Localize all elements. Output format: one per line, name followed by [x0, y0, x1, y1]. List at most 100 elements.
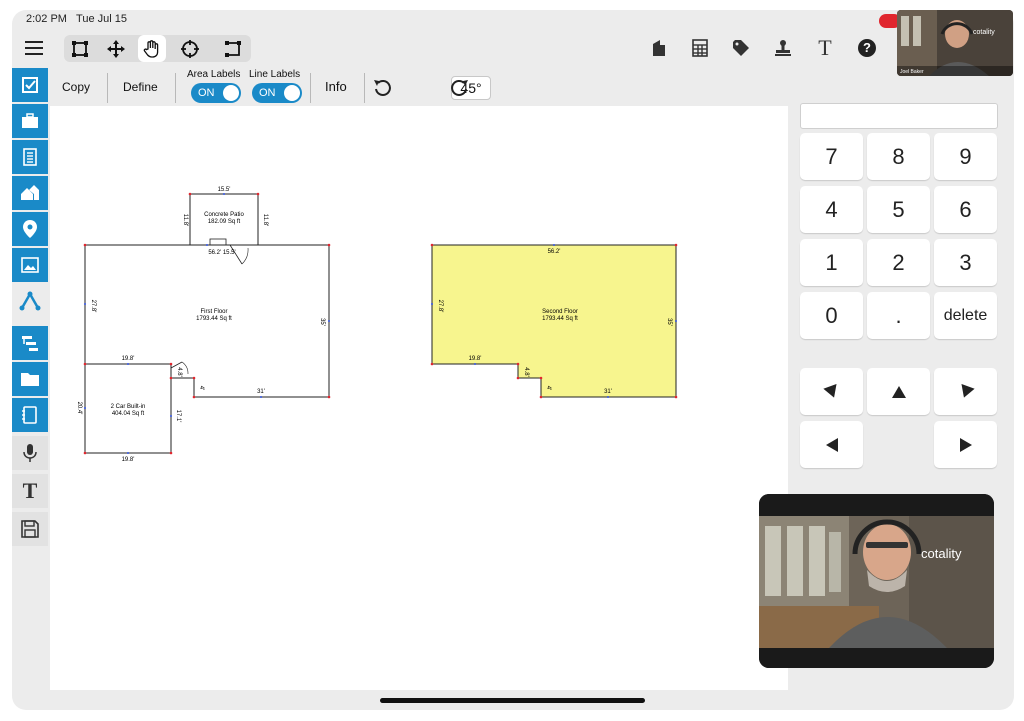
cotality-logo: cotality: [973, 29, 995, 36]
sidebar-item-location[interactable]: [12, 212, 48, 246]
area-size: 1793.44 Sq ft: [196, 316, 232, 322]
key-0[interactable]: 0: [800, 292, 863, 339]
triangle-down-left-icon: [960, 383, 975, 398]
triangle-up-icon: [891, 385, 906, 398]
draw-rect-tool[interactable]: [66, 35, 94, 62]
sidebar-item-folder[interactable]: [12, 362, 48, 396]
arrow-down-right-button[interactable]: [800, 368, 863, 415]
video-call-main[interactable]: cotality: [759, 494, 994, 668]
help-icon: ?: [858, 39, 876, 57]
dim-label: 19.8': [469, 356, 482, 362]
rotate-right-button[interactable]: [448, 77, 470, 99]
area-name: 2 Car Built-in: [111, 404, 146, 410]
hand-icon: [143, 39, 159, 58]
save-icon: [21, 520, 39, 538]
sidebar-item-photos[interactable]: [12, 248, 48, 282]
arrow-left-button[interactable]: [800, 421, 863, 468]
rotate-left-button[interactable]: [372, 77, 394, 99]
presenter-video: cotality: [759, 494, 994, 668]
move-tool[interactable]: [102, 35, 130, 62]
dim-label: 35': [666, 318, 672, 326]
key-6[interactable]: 6: [934, 186, 997, 233]
top-toolbar: T ?: [12, 28, 1014, 68]
garage-area[interactable]: 2 Car Built-in 404.04 Sq ft 20.4' 17.1' …: [76, 363, 181, 463]
key-decimal[interactable]: .: [867, 292, 930, 339]
key-9[interactable]: 9: [934, 133, 997, 180]
sketch-canvas[interactable]: 15.5' Concrete Patio 182.09 Sq ft 11.8' …: [50, 106, 788, 690]
dim-label: 31': [257, 389, 265, 395]
notepad-icon: [22, 406, 37, 424]
building-icon: [653, 40, 665, 56]
arrow-up-button[interactable]: [867, 368, 930, 415]
patio-area[interactable]: 15.5' Concrete Patio 182.09 Sq ft 11.8' …: [182, 187, 268, 246]
stamp-icon: [775, 40, 791, 56]
toggle-on-text: ON: [259, 87, 276, 99]
microphone-icon: [23, 444, 37, 462]
participant-name: Joel Baker: [900, 69, 924, 75]
info-button[interactable]: Info: [325, 79, 347, 94]
arrow-right-button[interactable]: [934, 421, 997, 468]
area-name: Second Floor: [542, 309, 578, 315]
dim-label: 11.8': [262, 214, 268, 226]
help-button[interactable]: ?: [853, 34, 881, 62]
divider: [107, 73, 108, 103]
area-name: First Floor: [201, 309, 228, 315]
key-1[interactable]: 1: [800, 239, 863, 286]
select-shape-tool[interactable]: [219, 35, 247, 62]
dim-label: 27.8': [437, 300, 443, 313]
key-4[interactable]: 4: [800, 186, 863, 233]
video-call-thumbnail[interactable]: cotality Joel Baker: [897, 10, 1013, 76]
left-sidebar: T: [12, 68, 48, 558]
sidebar-item-roof[interactable]: [12, 176, 48, 210]
arrow-down-left-button[interactable]: [934, 368, 997, 415]
target-tool[interactable]: [176, 35, 204, 62]
sidebar-item-sketch[interactable]: [12, 284, 48, 318]
sidebar-item-save[interactable]: [12, 512, 48, 546]
key-8[interactable]: 8: [867, 133, 930, 180]
triangle-down-right-icon: [822, 383, 837, 398]
stamp-button[interactable]: [769, 34, 797, 62]
keypad-display[interactable]: [800, 103, 998, 129]
define-button[interactable]: Define: [123, 80, 158, 94]
location-icon: [23, 220, 37, 238]
dim-label: 4.8': [176, 367, 182, 377]
building-button[interactable]: [645, 34, 673, 62]
copy-button[interactable]: Copy: [62, 80, 90, 94]
key-3[interactable]: 3: [934, 239, 997, 286]
second-floor-area[interactable]: 56.2' Second Floor 1793.44 Sq ft 27.8' 3…: [431, 244, 677, 398]
sidebar-item-text[interactable]: T: [12, 474, 48, 508]
key-2[interactable]: 2: [867, 239, 930, 286]
sketch-icon: [19, 291, 41, 311]
sidebar-item-notepad[interactable]: [12, 398, 48, 432]
menu-button[interactable]: [20, 34, 48, 62]
sidebar-item-microphone[interactable]: [12, 436, 48, 470]
sidebar-item-checklist[interactable]: [12, 68, 48, 102]
sidebar-item-hierarchy[interactable]: [12, 326, 48, 360]
dim-label: 56.2': [548, 249, 561, 255]
key-5[interactable]: 5: [867, 186, 930, 233]
tag-button[interactable]: [727, 34, 755, 62]
dim-label: 11.8': [182, 214, 188, 226]
text-tool-button[interactable]: T: [811, 34, 839, 62]
line-labels-toggle[interactable]: ON: [252, 83, 302, 103]
pan-tool[interactable]: [138, 35, 166, 62]
home-indicator[interactable]: [380, 698, 645, 703]
photo-icon: [21, 257, 39, 273]
key-delete[interactable]: delete: [934, 292, 997, 339]
area-labels-toggle[interactable]: ON: [191, 83, 241, 103]
dim-label: 4.8': [523, 367, 529, 377]
dim-label: 56.2' 15.5': [208, 250, 235, 256]
sidebar-item-report[interactable]: [12, 140, 48, 174]
key-7[interactable]: 7: [800, 133, 863, 180]
move-icon: [107, 39, 125, 58]
calculator-button[interactable]: [686, 34, 714, 62]
sidebar-item-briefcase[interactable]: [12, 104, 48, 138]
toggle-knob: [284, 85, 300, 101]
rotate-ccw-icon: [374, 80, 391, 96]
divider: [175, 73, 176, 103]
dim-label: 17.1': [175, 410, 181, 423]
dim-label: 35': [319, 318, 325, 326]
dim-label: 19.8': [122, 457, 135, 463]
triangle-left-icon: [825, 437, 838, 452]
floorplan-drawing: 15.5' Concrete Patio 182.09 Sq ft 11.8' …: [76, 187, 678, 463]
